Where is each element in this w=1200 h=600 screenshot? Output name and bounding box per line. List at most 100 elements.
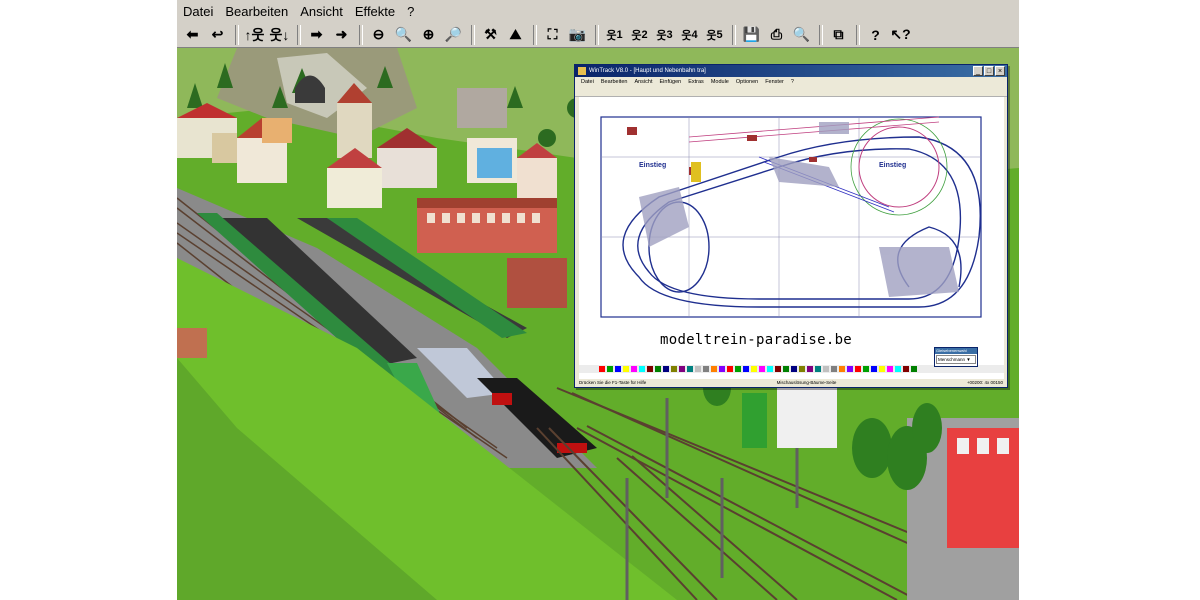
maximize-icon[interactable]: □	[984, 66, 994, 76]
camera-number: 5	[716, 28, 723, 41]
camera-1-icon[interactable]: 웃1	[603, 24, 626, 46]
inset-label-right: Einstieg	[879, 162, 906, 169]
status-right: +00200: 4x 00150	[966, 380, 1003, 385]
palette-swatch[interactable]	[655, 366, 661, 372]
palette-swatch[interactable]	[607, 366, 613, 372]
inset-menu-item[interactable]: Bearbeiten	[601, 77, 628, 87]
menu-datei[interactable]: Datei	[177, 4, 219, 19]
minimize-icon[interactable]: _	[973, 66, 983, 76]
palette-swatch[interactable]	[599, 366, 605, 372]
zoom-out-icon[interactable]: 🔍	[392, 24, 415, 46]
palette-swatch[interactable]	[711, 366, 717, 372]
menu-ansicht[interactable]: Ansicht	[294, 4, 349, 19]
palette-swatch[interactable]	[799, 366, 805, 372]
zoom-in-icon[interactable]: ⊕	[417, 24, 440, 46]
palette-swatch[interactable]	[775, 366, 781, 372]
inset-menu-item[interactable]: Ansicht	[634, 77, 652, 87]
menu-effekte[interactable]: Effekte	[349, 4, 401, 19]
close-icon[interactable]: ×	[995, 66, 1005, 76]
palette-swatch[interactable]	[695, 366, 701, 372]
palette-swatch[interactable]	[791, 366, 797, 372]
camera-2-icon[interactable]: 웃2	[628, 24, 651, 46]
layer-dropdown[interactable]: Menschmann ▼	[936, 355, 976, 364]
palette-swatch[interactable]	[623, 366, 629, 372]
fit-view-icon[interactable]: ⛶	[541, 24, 564, 46]
palette-swatch[interactable]	[823, 366, 829, 372]
palette-swatch[interactable]	[847, 366, 853, 372]
inset-status-bar: Drücken Sie die F1-Taste für Hilfe Misch…	[575, 379, 1007, 387]
status-mid: Mischauslösung-Bäume-Seite	[776, 380, 837, 385]
inset-menu-item[interactable]: Datei	[581, 77, 594, 87]
track-icon[interactable]: ⚒	[479, 24, 502, 46]
camera-5-icon[interactable]: 웃5	[703, 24, 726, 46]
palette-swatch[interactable]	[679, 366, 685, 372]
palette-swatch[interactable]	[807, 366, 813, 372]
palette-swatch[interactable]	[719, 366, 725, 372]
menu-bearbeiten[interactable]: Bearbeiten	[219, 4, 294, 19]
palette-swatch[interactable]	[783, 366, 789, 372]
palette-swatch[interactable]	[903, 366, 909, 372]
inset-menu-item[interactable]: ?	[791, 77, 794, 87]
palette-swatch[interactable]	[831, 366, 837, 372]
palette-swatch[interactable]	[615, 366, 621, 372]
zoom-out-full-icon[interactable]: ⊖	[367, 24, 390, 46]
inset-toolbar	[575, 87, 1007, 97]
arrow-forward-icon[interactable]: ➡	[305, 24, 328, 46]
toolbar-separator	[359, 24, 363, 45]
palette-swatch[interactable]	[815, 366, 821, 372]
palette-swatch[interactable]	[639, 366, 645, 372]
help-icon[interactable]: ?	[864, 24, 887, 46]
palette-swatch[interactable]	[663, 366, 669, 372]
camera-icon[interactable]: 📷	[566, 24, 589, 46]
palette-swatch[interactable]	[743, 366, 749, 372]
inset-menu-item[interactable]: Einfügen	[660, 77, 682, 87]
toolbar-separator	[732, 24, 736, 45]
inset-menu-item[interactable]: Extras	[688, 77, 704, 87]
inset-title-bar: WinTrack V8.0 - [Haupt und Nebenbahn tra…	[575, 65, 1007, 77]
print-icon[interactable]: ⎙	[765, 24, 788, 46]
palette-swatch[interactable]	[879, 366, 885, 372]
palette-swatch[interactable]	[703, 366, 709, 372]
menu-help[interactable]: ?	[401, 4, 420, 19]
arrow-back-icon[interactable]: ↩	[206, 24, 229, 46]
palette-swatch[interactable]	[839, 366, 845, 372]
camera-4-icon[interactable]: 웃4	[678, 24, 701, 46]
palette-swatch[interactable]	[735, 366, 741, 372]
palette-swatch[interactable]	[759, 366, 765, 372]
camera-3-icon[interactable]: 웃3	[653, 24, 676, 46]
camera-number: 3	[666, 28, 673, 41]
palette-swatch[interactable]	[871, 366, 877, 372]
inset-menu-item[interactable]: Fenster	[765, 77, 784, 87]
palette-swatch[interactable]	[671, 366, 677, 372]
toolbar-separator	[235, 24, 239, 45]
save-icon[interactable]: 💾	[740, 24, 763, 46]
tunnel-icon[interactable]: ⛰	[504, 24, 527, 46]
arrow-left-icon[interactable]: ⬅	[181, 24, 204, 46]
palette-swatch[interactable]	[767, 366, 773, 372]
inset-menu-item[interactable]: Optionen	[736, 77, 758, 87]
toolbar-separator	[819, 24, 823, 45]
palette-swatch[interactable]	[751, 366, 757, 372]
print-preview-icon[interactable]: 🔍	[790, 24, 813, 46]
palette-swatch[interactable]	[631, 366, 637, 372]
palette-swatch[interactable]	[911, 366, 917, 372]
zoom-in-full-icon[interactable]: 🔎	[442, 24, 465, 46]
palette-swatch[interactable]	[647, 366, 653, 372]
palette-swatch[interactable]	[863, 366, 869, 372]
camera-number: 4	[691, 28, 698, 41]
arrow-right-icon[interactable]: ➜	[330, 24, 353, 46]
palette-swatch[interactable]	[855, 366, 861, 372]
figure-up-icon[interactable]: ↑웃	[243, 24, 266, 46]
layer-selector-header: Gleisebenenwahl	[935, 348, 977, 354]
context-help-icon[interactable]: ↖?	[889, 24, 912, 46]
palette-swatch[interactable]	[895, 366, 901, 372]
copy-icon[interactable]: ⧉	[827, 24, 850, 46]
watermark: modeltrein-paradise.be	[660, 332, 853, 348]
toolbar-separator	[595, 24, 599, 45]
palette-swatch[interactable]	[887, 366, 893, 372]
inset-menu-item[interactable]: Module	[711, 77, 729, 87]
palette-swatch[interactable]	[687, 366, 693, 372]
palette-swatch[interactable]	[727, 366, 733, 372]
layer-selector[interactable]: Gleisebenenwahl Menschmann ▼	[934, 347, 978, 367]
figure-down-icon[interactable]: 웃↓	[268, 24, 291, 46]
